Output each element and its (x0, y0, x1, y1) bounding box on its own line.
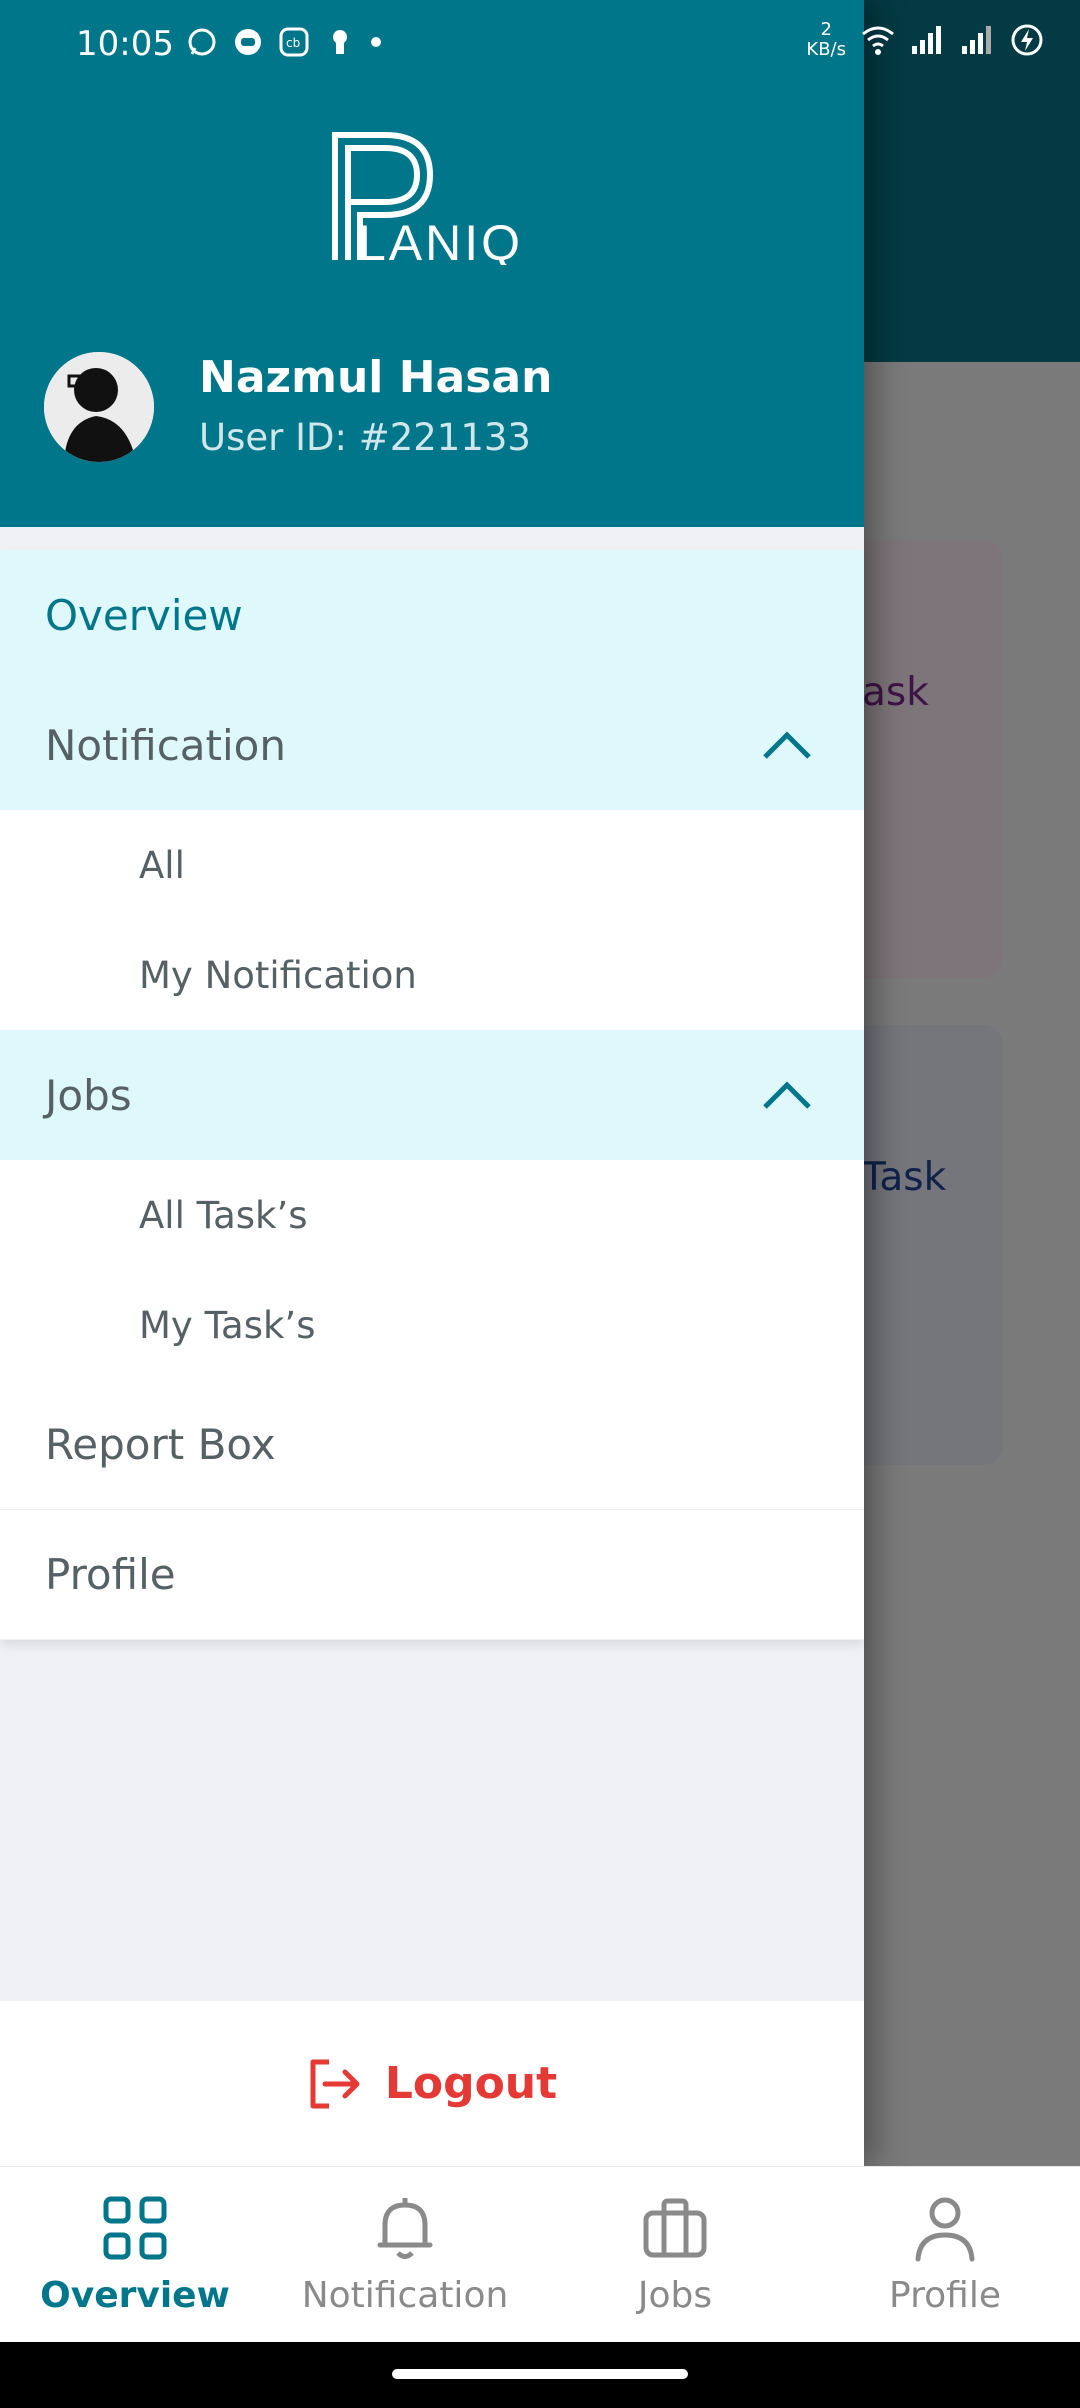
submenu-item-my-tasks[interactable]: My Task’s (0, 1270, 864, 1380)
planiq-logo: LANIQ (332, 132, 523, 265)
whatsapp-icon (188, 28, 216, 56)
avatar[interactable] (44, 352, 154, 462)
menu-item-jobs[interactable]: Jobs (0, 1030, 864, 1160)
submenu-item-label: All Task’s (139, 1193, 308, 1237)
logout-label: Logout (384, 2058, 558, 2109)
drawer-menu: Overview Notification All My Notificatio… (0, 550, 864, 1640)
menu-item-label: Report Box (45, 1420, 276, 1469)
user-name: Nazmul Hasan (199, 352, 553, 403)
chevron-up-icon[interactable] (762, 730, 812, 760)
submenu-item-label: All (139, 843, 185, 887)
person-icon (915, 2197, 975, 2262)
system-status-icons: 2 KB/s (806, 20, 1044, 60)
status-bar: 10:05 cb 2 KB/s (0, 0, 1080, 88)
battery-charging-icon (1011, 24, 1043, 56)
signal-icon (912, 26, 941, 54)
notification-icons: cb (186, 26, 382, 58)
home-gesture-handle[interactable] (392, 2369, 688, 2379)
nav-item-notification[interactable]: Notification (270, 2167, 540, 2343)
wifi-icon (862, 26, 894, 55)
bell-icon (377, 2198, 433, 2259)
menu-item-report-box[interactable]: Report Box (0, 1380, 864, 1510)
background-card-label: Task (862, 1155, 947, 1200)
submenu-item-all-tasks[interactable]: All Task’s (0, 1160, 864, 1270)
chevron-up-icon[interactable] (762, 1080, 812, 1110)
menu-item-overview[interactable]: Overview (0, 550, 864, 680)
network-speed-value: 2 (820, 19, 832, 40)
menu-item-profile[interactable]: Profile (0, 1510, 864, 1640)
logout-button[interactable]: Logout (0, 2001, 864, 2166)
nav-item-overview[interactable]: Overview (0, 2167, 270, 2343)
background-card-label: ask (862, 670, 929, 715)
submenu-item-label: My Task’s (139, 1303, 316, 1347)
menu-item-label: Notification (45, 720, 286, 770)
nav-item-label: Notification (301, 2275, 509, 2316)
nav-item-label: Overview (40, 2275, 230, 2316)
briefcase-icon (643, 2198, 707, 2258)
submenu-item-my-notification[interactable]: My Notification (0, 920, 864, 1030)
keyhole-icon (333, 30, 347, 54)
menu-item-label: Overview (45, 590, 243, 640)
dot-icon (371, 37, 381, 47)
svg-text:cb: cb (286, 36, 300, 50)
logout-icon (310, 2059, 360, 2108)
svg-text:LANIQ: LANIQ (358, 215, 523, 265)
bottom-navigation: Overview Notification Jobs Profile (0, 2166, 1080, 2343)
nav-item-label: Profile (889, 2275, 1001, 2316)
signal-icon-2 (962, 26, 991, 54)
messenger-bot-icon (235, 29, 261, 55)
submenu-item-all-notifications[interactable]: All (0, 810, 864, 920)
navigation-drawer: LANIQ Nazmul Hasan User ID: #221133 Over… (0, 0, 864, 2166)
nav-item-profile[interactable]: Profile (810, 2167, 1080, 2343)
network-speed: 2 KB/s (806, 20, 846, 60)
user-id: User ID: #221133 (199, 416, 531, 459)
menu-item-label: Profile (45, 1550, 176, 1599)
cb-app-icon: cb (279, 27, 309, 57)
user-silhouette-icon (44, 352, 154, 462)
submenu-item-label: My Notification (139, 953, 417, 997)
grid-icon (103, 2196, 167, 2260)
menu-item-notification[interactable]: Notification (0, 680, 864, 810)
status-time: 10:05 (76, 24, 174, 64)
nav-item-label: Jobs (637, 2275, 713, 2316)
system-navigation-bar (0, 2342, 1080, 2408)
network-speed-unit: KB/s (806, 39, 846, 60)
nav-item-jobs[interactable]: Jobs (540, 2167, 810, 2343)
menu-item-label: Jobs (45, 1070, 132, 1120)
